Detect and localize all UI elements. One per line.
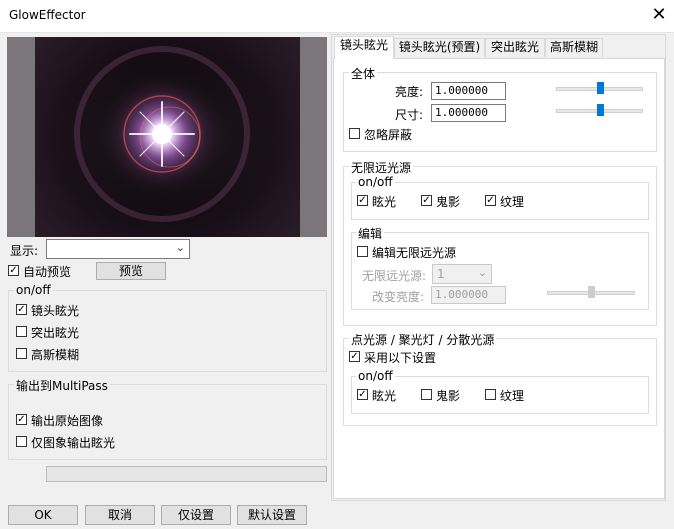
title-bar xyxy=(0,0,674,32)
size-slider-thumb[interactable] xyxy=(597,104,604,116)
display-select[interactable]: ⌄ xyxy=(46,239,190,259)
cancel-button[interactable]: 取消 xyxy=(85,505,155,525)
edit-infinite-label: 编辑无限远光源 xyxy=(372,246,457,260)
output-original-label: 输出原始图像 xyxy=(31,414,104,428)
size-label: 尺寸: xyxy=(395,108,424,122)
use-settings-label: 采用以下设置 xyxy=(364,351,437,365)
point-ghost-checkbox[interactable] xyxy=(421,389,432,400)
infinite-glare-checkbox[interactable] xyxy=(357,195,368,206)
infinite-glare-label: 眩光 xyxy=(372,195,397,209)
infinite-source-group-title: 无限远光源 xyxy=(349,159,414,176)
display-label: 显示: xyxy=(10,244,39,258)
point-ghost-label: 鬼影 xyxy=(436,389,461,403)
edit-infinite-checkbox[interactable] xyxy=(357,246,368,257)
flare-only-label: 仅图象输出眩光 xyxy=(31,436,116,450)
edit-group-title: 编辑 xyxy=(356,225,385,242)
multipass-group-title: 输出到MultiPass xyxy=(14,377,110,394)
change-brightness-input[interactable]: 1.000000 xyxy=(431,286,506,304)
size-input[interactable]: 1.000000 xyxy=(431,104,506,122)
infinite-source-select[interactable]: 1 ⌄ xyxy=(432,264,492,284)
tab-gaussian-blur[interactable]: 高斯模糊 xyxy=(545,38,603,57)
point-glare-label: 眩光 xyxy=(372,389,397,403)
brightness-slider-thumb[interactable] xyxy=(597,82,604,94)
lens-flare-label: 镜头眩光 xyxy=(31,304,80,318)
change-brightness-label: 改变亮度: xyxy=(372,290,425,304)
flare-only-checkbox[interactable] xyxy=(16,436,27,447)
temp-settings-button[interactable]: 仅设置 xyxy=(161,505,231,525)
auto-preview-label: 自动预览 xyxy=(23,265,72,279)
onoff-group-title: on/off xyxy=(14,283,53,297)
point-texture-checkbox[interactable] xyxy=(485,389,496,400)
brightness-input[interactable]: 1.000000 xyxy=(431,82,506,100)
infinite-source-label: 无限远光源: xyxy=(362,269,427,283)
tab-lens-flare[interactable]: 镜头眩光 xyxy=(334,36,394,59)
point-source-group-title: 点光源 / 聚光灯 / 分散光源 xyxy=(349,331,497,348)
highlight-flare-label: 突出眩光 xyxy=(31,326,80,340)
lens-flare-checkbox[interactable] xyxy=(16,304,27,315)
progress-bar xyxy=(46,466,327,482)
point-texture-label: 纹理 xyxy=(500,389,525,403)
infinite-source-value: 1 xyxy=(437,267,445,281)
close-icon[interactable]: ✕ xyxy=(648,4,670,26)
brightness-label: 亮度: xyxy=(395,85,424,99)
infinite-onoff-title: on/off xyxy=(356,175,395,189)
chevron-down-icon: ⌄ xyxy=(477,266,487,279)
preview-image xyxy=(35,37,300,237)
ignore-mask-label: 忽略屏蔽 xyxy=(364,128,413,142)
infinite-ghost-label: 鬼影 xyxy=(436,195,461,209)
infinite-texture-checkbox[interactable] xyxy=(485,195,496,206)
gaussian-blur-checkbox[interactable] xyxy=(16,348,27,359)
use-settings-checkbox[interactable] xyxy=(349,351,360,362)
output-original-checkbox[interactable] xyxy=(16,414,27,425)
infinite-texture-label: 纹理 xyxy=(500,195,525,209)
gaussian-blur-label: 高斯模糊 xyxy=(31,348,80,362)
ok-button[interactable]: OK xyxy=(8,505,78,525)
preview-button[interactable]: 预览 xyxy=(96,262,166,280)
ignore-mask-checkbox[interactable] xyxy=(349,128,360,139)
tab-lens-flare-preset[interactable]: 镜头眩光(预置) xyxy=(394,38,485,57)
global-group-title: 全体 xyxy=(349,65,378,82)
lens-flare-image xyxy=(35,37,300,237)
window-title: GlowEffector xyxy=(9,8,86,22)
chevron-down-icon: ⌄ xyxy=(175,241,185,254)
change-brightness-slider-thumb[interactable] xyxy=(588,286,595,298)
point-onoff-title: on/off xyxy=(356,369,395,383)
point-glare-checkbox[interactable] xyxy=(357,389,368,400)
default-settings-button[interactable]: 默认设置 xyxy=(237,505,307,525)
highlight-flare-checkbox[interactable] xyxy=(16,326,27,337)
infinite-ghost-checkbox[interactable] xyxy=(421,195,432,206)
tab-highlight-flare[interactable]: 突出眩光 xyxy=(485,38,545,57)
auto-preview-checkbox[interactable] xyxy=(8,265,19,276)
